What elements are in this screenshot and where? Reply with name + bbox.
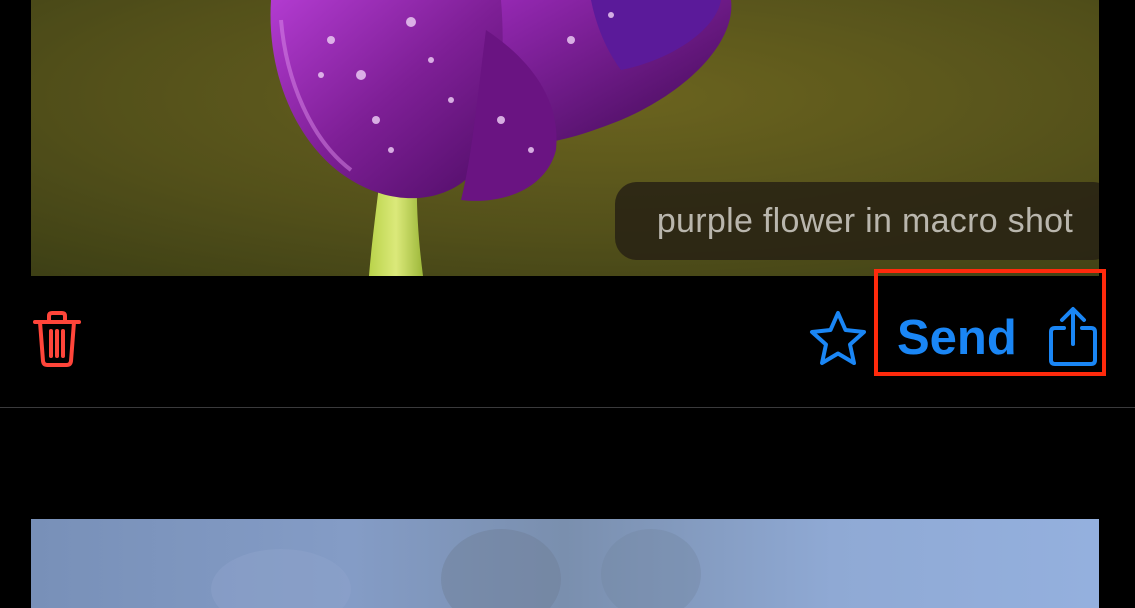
post-image[interactable]: purple flower in macro shot: [31, 0, 1099, 276]
delete-button[interactable]: [28, 306, 86, 372]
send-button-label: Send: [897, 311, 1017, 365]
next-post-image[interactable]: [31, 519, 1099, 608]
send-button[interactable]: Send: [897, 307, 1017, 369]
star-icon: [810, 311, 866, 365]
photo-thumbnail: [31, 519, 1099, 608]
post-action-bar: Send: [0, 269, 1135, 407]
trash-icon: [33, 311, 81, 367]
share-icon: [1049, 307, 1097, 366]
favorite-button[interactable]: [806, 308, 870, 368]
post-divider: [0, 407, 1135, 408]
share-button[interactable]: [1045, 304, 1101, 370]
feed-screen: purple flower in macro shot Send: [0, 0, 1135, 608]
image-caption: purple flower in macro shot: [615, 182, 1099, 260]
image-caption-text: purple flower in macro shot: [656, 201, 1074, 240]
